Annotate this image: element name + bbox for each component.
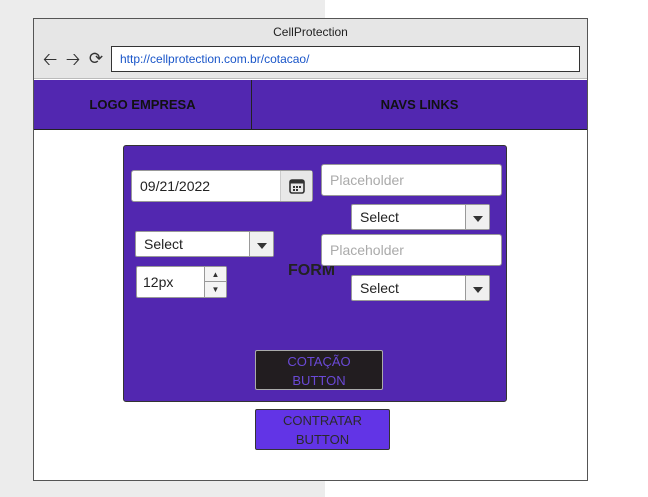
stepper-down-icon[interactable]: ▼ — [205, 282, 226, 297]
select-right-1-value: Select — [360, 209, 399, 225]
placeholder-text-1: Placeholder — [330, 172, 404, 188]
stepper-up-icon[interactable]: ▲ — [205, 267, 226, 282]
url-bar[interactable]: http://cellprotection.com.br/cotacao/ — [111, 46, 580, 72]
placeholder-input-1[interactable]: Placeholder — [321, 164, 502, 196]
placeholder-input-2[interactable]: Placeholder — [321, 234, 502, 266]
date-value: 09/21/2022 — [140, 178, 211, 194]
select-left-value: Select — [144, 236, 183, 252]
chevron-down-icon — [465, 276, 489, 300]
calendar-icon[interactable] — [280, 171, 312, 201]
contratar-button[interactable]: CONTRATAR BUTTON — [255, 409, 390, 450]
cotacao-button[interactable]: COTAÇÃO BUTTON — [255, 350, 383, 390]
browser-window: CellProtection 🡠 🡢 ⟳ http://cellprotecti… — [33, 18, 588, 481]
form-panel: FORM 09/21/2022 Placeholder Select Selec… — [123, 145, 507, 402]
date-field[interactable]: 09/21/2022 — [131, 170, 313, 202]
select-right-2[interactable]: Select — [351, 275, 490, 301]
chevron-down-icon — [249, 232, 273, 256]
stepper-value: 12px — [143, 274, 174, 290]
chevron-down-icon — [465, 205, 489, 229]
site-header: LOGO EMPRESA NAVS LINKS — [34, 80, 587, 130]
browser-titlebar: CellProtection 🡠 🡢 ⟳ http://cellprotecti… — [34, 19, 587, 79]
select-right-1[interactable]: Select — [351, 204, 490, 230]
number-stepper[interactable]: 12px ▲ ▼ — [136, 266, 227, 298]
nav-links[interactable]: NAVS LINKS — [252, 80, 587, 129]
placeholder-text-2: Placeholder — [330, 242, 404, 258]
select-right-2-value: Select — [360, 280, 399, 296]
select-left[interactable]: Select — [135, 231, 274, 257]
stepper-spin: ▲ ▼ — [204, 267, 226, 297]
arrow-right-icon[interactable]: 🡢 — [63, 49, 83, 69]
arrow-left-icon[interactable]: 🡠 — [40, 49, 60, 69]
reload-icon[interactable]: ⟳ — [86, 49, 106, 69]
window-title: CellProtection — [273, 25, 348, 39]
logo-empresa[interactable]: LOGO EMPRESA — [34, 80, 251, 129]
